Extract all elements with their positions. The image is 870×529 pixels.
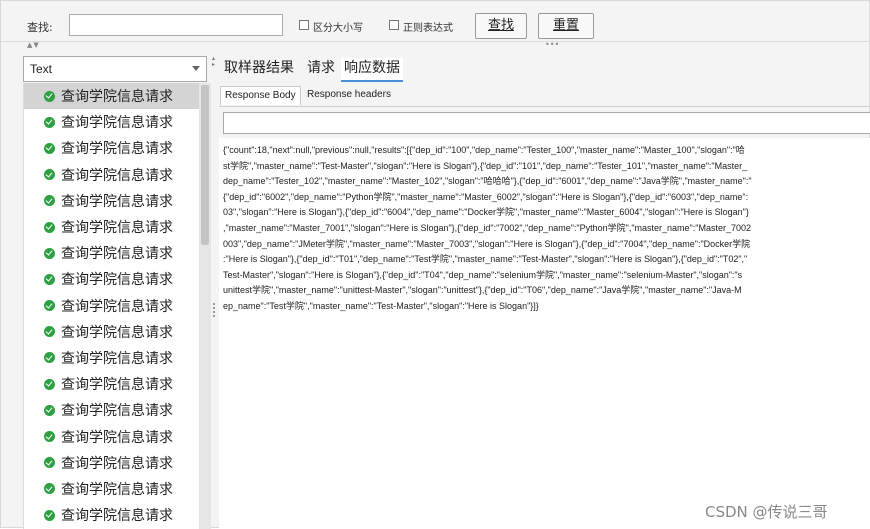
tree-item[interactable]: 查询学院信息请求: [24, 502, 200, 528]
success-check-icon: [44, 273, 55, 285]
response-line: Test-Master","slogan":"Here is Slogan"},…: [223, 269, 743, 280]
tree-item-label: 查询学院信息请求: [61, 115, 173, 132]
response-line: st学院","master_name":"Test-Master","sloga…: [223, 160, 748, 171]
reset-button-label: 重置: [552, 18, 579, 33]
response-body-area[interactable]: {"count":18,"next":null,"previous":null,…: [219, 138, 870, 529]
tree-item[interactable]: 查询学院信息请求: [24, 450, 200, 476]
response-line: {"dep_id":"6002","dep_name":"Python学院","…: [223, 191, 749, 202]
success-check-icon: [44, 509, 55, 521]
regex-checkbox[interactable]: [389, 20, 399, 30]
find-button-label: 查找: [487, 18, 514, 33]
tree-item-label: 查询学院信息请求: [61, 403, 173, 420]
tree-item-label: 查询学院信息请求: [61, 246, 173, 263]
tree-item[interactable]: 查询学院信息请求: [24, 423, 200, 449]
sampler-tree: 查询学院信息请求 查询学院信息请求 查询学院信息请求 查询学院信息请求 查询学院信息请求…: [23, 83, 200, 529]
success-check-icon: [44, 483, 55, 495]
renderer-select[interactable]: Text: [23, 56, 207, 82]
tree-item-label: 查询学院信息请求: [61, 377, 173, 394]
response-body-text: {"count":18,"next":null,"previous":null,…: [223, 143, 870, 315]
search-label: 查找:: [27, 21, 53, 34]
chevron-down-icon: [192, 66, 200, 71]
response-line: 003","dep_name":"JMeter学院","master_name"…: [223, 238, 751, 249]
response-line: :"Here is Slogan"},{"dep_id":"T01","dep_…: [223, 254, 748, 265]
split-grip-icon[interactable]: [213, 303, 217, 317]
success-check-icon: [44, 300, 55, 312]
success-check-icon: [44, 247, 55, 259]
tree-item-label: 查询学院信息请求: [61, 481, 173, 498]
tree-item[interactable]: 查询学院信息请求: [24, 371, 200, 397]
tree-item-label: 查询学院信息请求: [61, 508, 173, 525]
response-line: unittest学院","master_name":"unittest-Mast…: [223, 285, 742, 296]
regex-label: 正则表达式: [403, 23, 453, 34]
splitter-grip-icon[interactable]: •••: [545, 40, 559, 49]
search-bar: 查找: 区分大小写 正则表达式 查找 重置: [1, 1, 870, 41]
tree-item-label: 查询学院信息请求: [61, 298, 173, 315]
renderer-select-value: Text: [30, 62, 53, 76]
tree-item-label: 查询学院信息请求: [61, 350, 173, 367]
success-check-icon: [44, 326, 55, 338]
tab-sampler-result[interactable]: 取样器结果: [221, 58, 297, 80]
results-tree-window: 查找: 区分大小写 正则表达式 查找 重置 ▲▼ ••• Text 查询学院信息…: [0, 0, 870, 529]
split-arrows-icon[interactable]: ▴ ▸: [212, 56, 216, 76]
tree-item-label: 查询学院信息请求: [61, 455, 173, 472]
tab-response-data[interactable]: 响应数据: [341, 58, 403, 82]
response-search-input[interactable]: [223, 112, 870, 134]
success-check-icon: [44, 431, 55, 443]
response-line: dep_name":"Tester_102","master_name":"Ma…: [223, 176, 752, 187]
collapse-arrows-icon[interactable]: ▲▼: [27, 41, 40, 49]
find-button[interactable]: 查找: [475, 13, 527, 39]
tree-item-label: 查询学院信息请求: [61, 167, 173, 184]
tree-item[interactable]: 查询学院信息请求: [24, 188, 200, 214]
tab-request[interactable]: 请求: [304, 58, 338, 80]
success-check-icon: [44, 404, 55, 416]
subtab-response-headers[interactable]: Response headers: [303, 86, 395, 104]
tree-item-label: 查询学院信息请求: [61, 193, 173, 210]
case-sensitive-label: 区分大小写: [313, 23, 363, 34]
tree-item[interactable]: 查询学院信息请求: [24, 83, 200, 110]
tree-item[interactable]: 查询学院信息请求: [24, 214, 200, 240]
success-check-icon: [44, 142, 55, 154]
tree-item[interactable]: 查询学院信息请求: [24, 293, 200, 319]
success-check-icon: [44, 352, 55, 364]
tree-item[interactable]: 查询学院信息请求: [24, 476, 200, 502]
response-line: {"count":18,"next":null,"previous":null,…: [223, 145, 745, 155]
tree-item[interactable]: 查询学院信息请求: [24, 240, 200, 266]
success-check-icon: [44, 195, 55, 207]
tree-item-label: 查询学院信息请求: [61, 141, 173, 158]
success-check-icon: [44, 221, 55, 233]
tree-item-label: 查询学院信息请求: [61, 429, 173, 446]
tree-scrollbar-thumb[interactable]: [201, 85, 209, 245]
tree-item[interactable]: 查询学院信息请求: [24, 266, 200, 292]
subtab-response-body[interactable]: Response Body: [220, 86, 301, 105]
tree-item-label: 查询学院信息请求: [61, 324, 173, 341]
watermark: CSDN @传说三哥: [705, 503, 828, 521]
tree-item[interactable]: 查询学院信息请求: [24, 135, 200, 161]
success-check-icon: [44, 90, 55, 102]
tree-item-label: 查询学院信息请求: [61, 272, 173, 289]
response-line: ,"master_name":"Master_7001","slogan":"H…: [223, 222, 751, 233]
success-check-icon: [44, 457, 55, 469]
divider: [1, 41, 870, 42]
tree-item-label: 查询学院信息请求: [61, 89, 173, 106]
tree-item[interactable]: 查询学院信息请求: [24, 345, 200, 371]
reset-button[interactable]: 重置: [538, 13, 594, 39]
success-check-icon: [44, 169, 55, 181]
tree-item-label: 查询学院信息请求: [61, 220, 173, 237]
success-check-icon: [44, 116, 55, 128]
tree-item[interactable]: 查询学院信息请求: [24, 162, 200, 188]
case-sensitive-checkbox[interactable]: [299, 20, 309, 30]
search-input[interactable]: [69, 14, 283, 36]
success-check-icon: [44, 378, 55, 390]
tree-item[interactable]: 查询学院信息请求: [24, 397, 200, 423]
tree-item[interactable]: 查询学院信息请求: [24, 109, 200, 135]
response-line: ep_name":"Test学院","master_name":"Test-Ma…: [223, 300, 539, 311]
response-line: 03","slogan":"Here is Slogan"},{"dep_id"…: [223, 207, 749, 218]
tree-item[interactable]: 查询学院信息请求: [24, 319, 200, 345]
